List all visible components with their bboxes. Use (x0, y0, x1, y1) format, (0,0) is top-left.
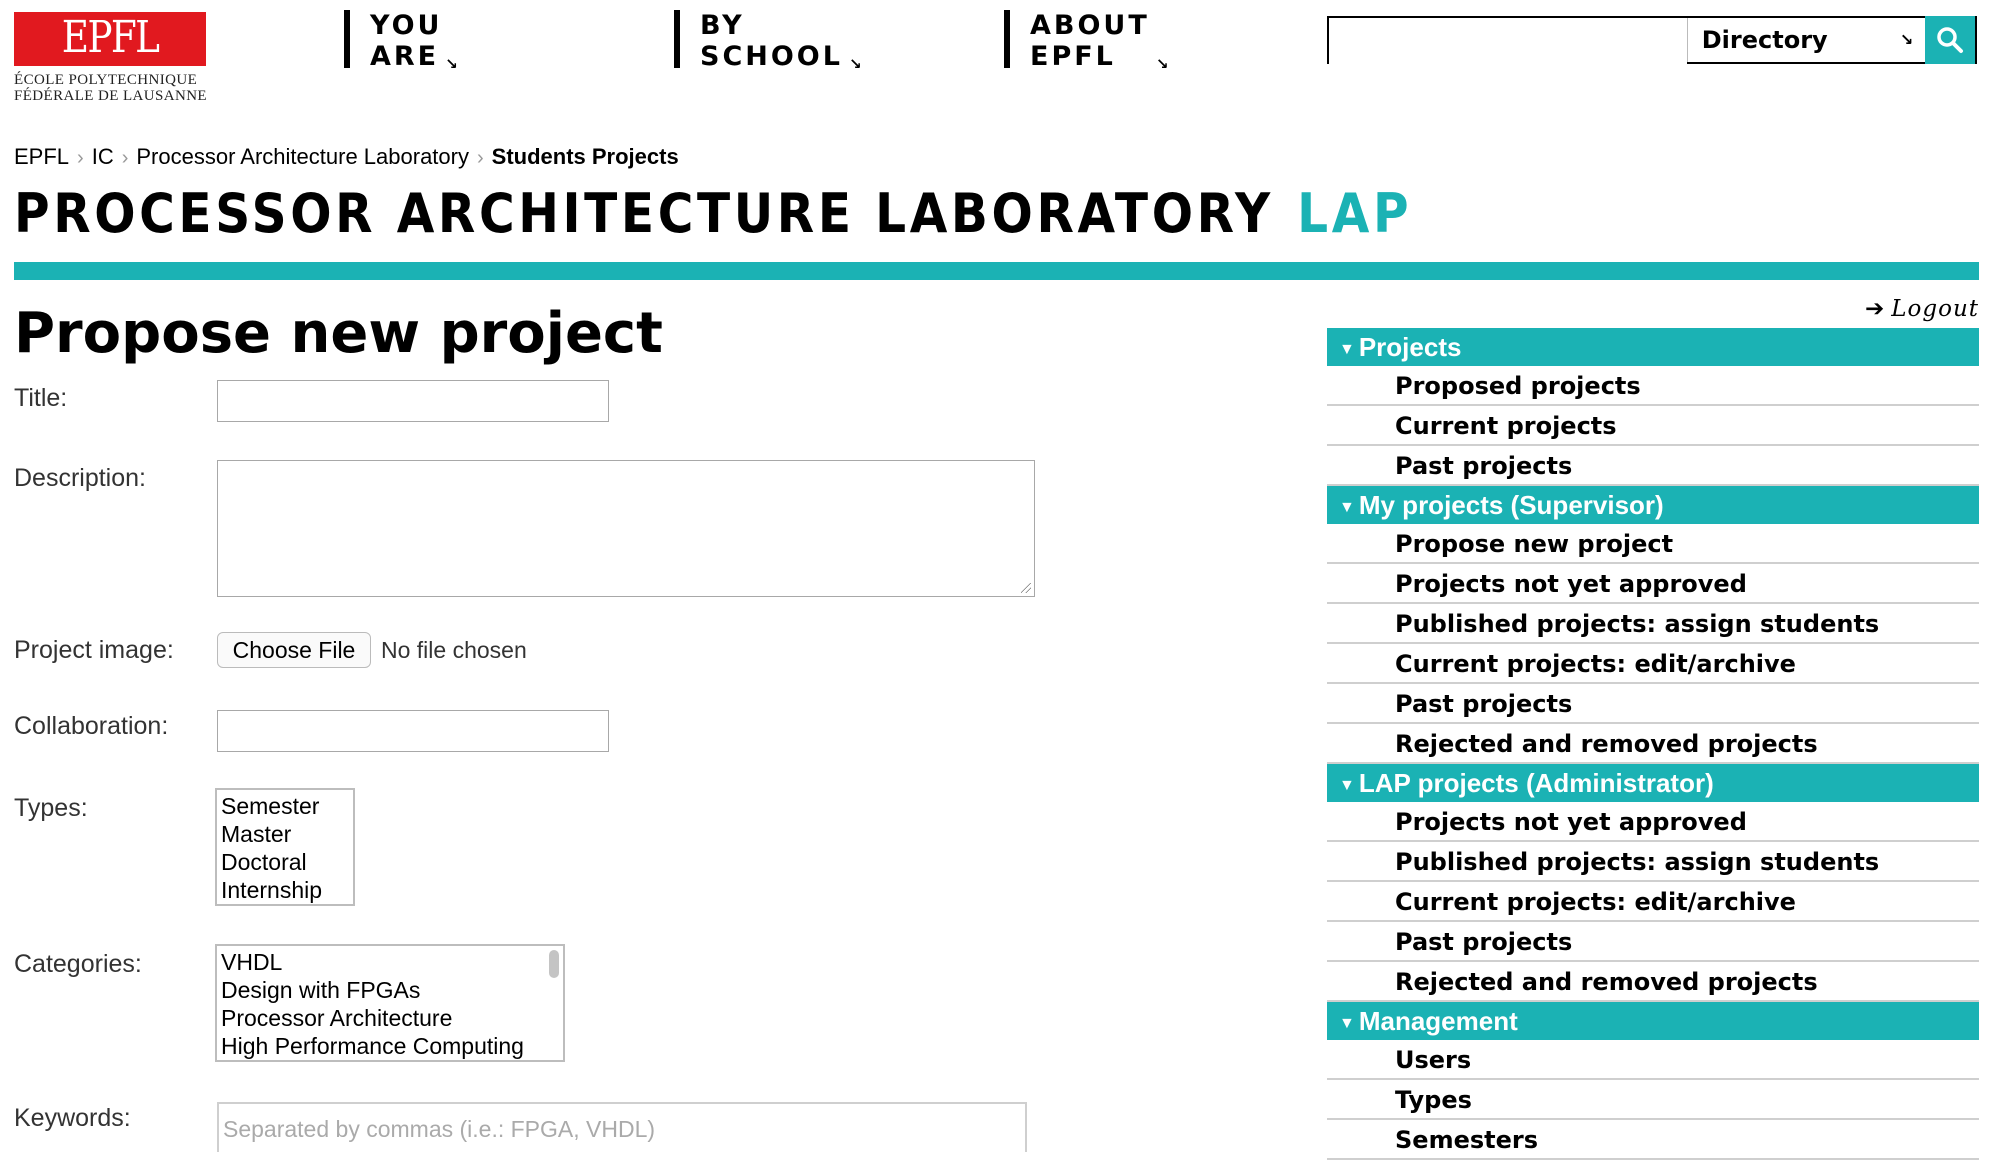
types-label: Types: (14, 794, 88, 822)
nav-about-epfl[interactable]: ABOUT EPFL ↘ (1004, 10, 1168, 73)
breadcrumb-epfl[interactable]: EPFL (14, 144, 69, 169)
breadcrumb-ic[interactable]: IC (92, 144, 114, 169)
collaboration-label: Collaboration: (14, 712, 169, 740)
epfl-logo[interactable]: EPFL ÉCOLE POLYTECHNIQUE FÉDÉRALE DE LAU… (14, 12, 207, 104)
search-input[interactable] (1329, 18, 1687, 64)
menu-item-semesters[interactable]: Semesters (1327, 1120, 1979, 1160)
epfl-logo-mark: EPFL (14, 12, 206, 66)
categories-option[interactable]: VHDL (221, 948, 559, 976)
categories-option[interactable]: Processor Architecture (221, 1004, 559, 1032)
project-image-label: Project image: (14, 636, 174, 664)
menu-item-rejected-removed[interactable]: Rejected and removed projects (1327, 962, 1979, 1002)
menu-section-lap-projects[interactable]: ▼ LAP projects (Administrator) (1327, 764, 1979, 802)
description-textarea[interactable] (217, 460, 1035, 597)
search-icon (1937, 27, 1964, 53)
menu-item-past-projects[interactable]: Past projects (1327, 922, 1979, 962)
menu-item-past-projects[interactable]: Past projects (1327, 684, 1979, 724)
menu-item-projects-not-yet-approved[interactable]: Projects not yet approved (1327, 564, 1979, 604)
caret-down-icon: ▼ (1339, 777, 1355, 794)
nav-you-are[interactable]: YOU ARE ↘ (344, 10, 458, 73)
lab-name: PROCESSOR ARCHITECTURE LABORATORY (14, 182, 1274, 245)
resize-handle-icon[interactable] (1021, 583, 1031, 593)
arrow-down-right-icon: ↘ (1899, 30, 1914, 49)
page-title: Propose new project (14, 301, 663, 366)
categories-option[interactable]: Design with FPGAs (221, 976, 559, 1004)
menu-item-current-projects-edit[interactable]: Current projects: edit/archive (1327, 644, 1979, 684)
keywords-placeholder: Separated by commas (i.e.: FPGA, VHDL) (223, 1116, 656, 1142)
keywords-label: Keywords: (14, 1104, 131, 1132)
types-option[interactable]: Master (221, 820, 349, 848)
search-button[interactable] (1925, 16, 1976, 64)
logo-line-2: FÉDÉRALE DE LAUSANNE (14, 88, 207, 104)
title-input[interactable] (217, 380, 609, 422)
logout-link[interactable]: ➔ Logout (1865, 296, 1979, 322)
menu-item-published-projects[interactable]: Published projects: assign students (1327, 842, 1979, 882)
nav-by-school[interactable]: BY SCHOOL ↘ (674, 10, 862, 73)
categories-label: Categories: (14, 950, 142, 978)
menu-item-projects-not-yet-approved[interactable]: Projects not yet approved (1327, 802, 1979, 842)
logo-line-1: ÉCOLE POLYTECHNIQUE (14, 72, 198, 88)
types-option[interactable]: Doctoral (221, 848, 349, 876)
menu-item-proposed-projects[interactable]: Proposed projects (1327, 366, 1979, 406)
menu-item-types[interactable]: Types (1327, 1080, 1979, 1120)
lab-acronym: LAP (1297, 182, 1413, 245)
arrow-down-right-icon: ↘ (445, 55, 458, 73)
menu-item-current-projects-edit[interactable]: Current projects: edit/archive (1327, 882, 1979, 922)
types-option[interactable]: Semester (221, 792, 349, 820)
lab-title[interactable]: PROCESSOR ARCHITECTURE LABORATORY LAP (14, 184, 1412, 244)
breadcrumb: EPFL › IC › Processor Architecture Laborator… (14, 144, 679, 170)
arrow-right-icon: ➔ (1864, 296, 1886, 322)
menu-item-published-projects[interactable]: Published projects: assign students (1327, 604, 1979, 644)
chevron-right-icon: › (77, 147, 84, 169)
types-option[interactable]: Internship (221, 876, 349, 904)
choose-file-button[interactable]: Choose File (217, 632, 371, 668)
menu-section-projects[interactable]: ▼ Projects (1327, 328, 1979, 366)
search-scope-select[interactable]: Directory ↘ (1686, 18, 1926, 62)
menu-item-propose-new-project[interactable]: Propose new project (1327, 524, 1979, 564)
categories-listbox[interactable]: VHDL Design with FPGAs Processor Archite… (215, 944, 565, 1062)
chevron-right-icon: › (121, 147, 129, 169)
caret-down-icon: ▼ (1339, 499, 1355, 516)
title-divider (14, 262, 1979, 280)
menu-section-management[interactable]: ▼ Management (1327, 1002, 1979, 1040)
types-listbox[interactable]: Semester Master Doctoral Internship (215, 788, 355, 906)
menu-item-users[interactable]: Users (1327, 1040, 1979, 1080)
breadcrumb-current: Students Projects (491, 144, 679, 169)
menu-item-current-projects[interactable]: Current projects (1327, 406, 1979, 446)
chevron-right-icon: › (476, 147, 484, 169)
collaboration-input[interactable] (217, 710, 609, 752)
keywords-input[interactable]: Separated by commas (i.e.: FPGA, VHDL) (217, 1102, 1027, 1152)
sidebar-menu: ▼ Projects Proposed projects Current proj… (1327, 328, 1979, 1160)
menu-item-rejected-removed[interactable]: Rejected and removed projects (1327, 724, 1979, 764)
categories-option[interactable]: High Performance Computing (221, 1032, 559, 1060)
file-status: No file chosen (381, 637, 527, 663)
arrow-down-right-icon: ↘ (848, 55, 862, 73)
menu-item-past-projects[interactable]: Past projects (1327, 446, 1979, 486)
title-label: Title: (14, 384, 68, 412)
arrow-down-right-icon: ↘ (1155, 55, 1169, 73)
description-label: Description: (14, 464, 146, 492)
breadcrumb-lab[interactable]: Processor Architecture Laboratory (136, 144, 469, 169)
caret-down-icon: ▼ (1339, 341, 1355, 358)
scrollbar-thumb[interactable] (549, 950, 559, 978)
menu-section-my-projects[interactable]: ▼ My projects (Supervisor) (1327, 486, 1979, 524)
search-bar: Directory ↘ (1327, 16, 1977, 64)
caret-down-icon: ▼ (1339, 1015, 1355, 1032)
